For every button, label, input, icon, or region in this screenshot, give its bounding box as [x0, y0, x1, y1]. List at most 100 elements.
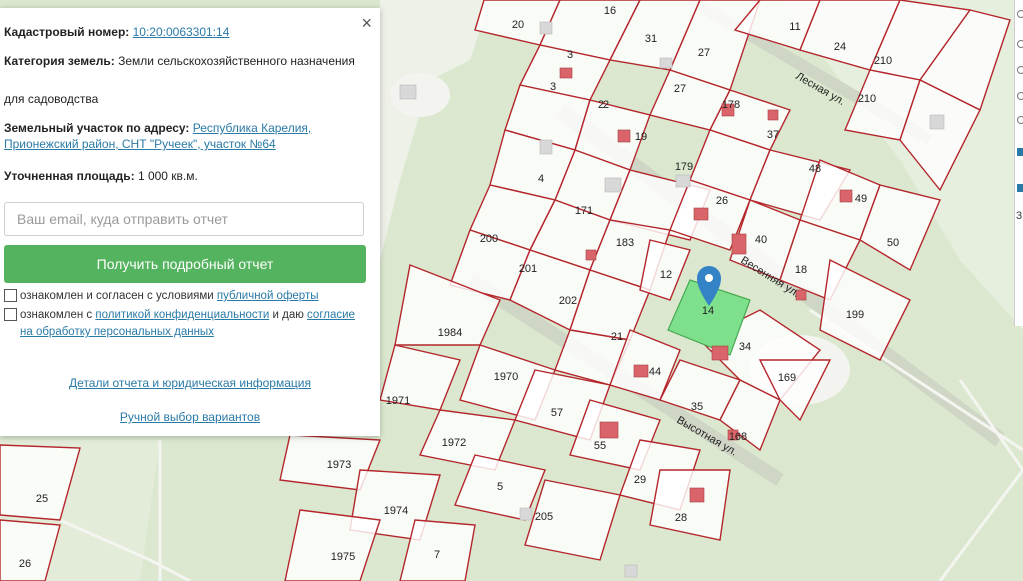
structure [659, 57, 673, 69]
structure [519, 507, 533, 521]
building [731, 233, 747, 255]
plot-number-label: 26 [716, 195, 728, 207]
plot-number-label: 202 [559, 295, 577, 307]
plot-number-label: 27 [674, 83, 686, 95]
building [559, 67, 573, 79]
address-row: Земельный участок по адресу: Республика … [4, 120, 360, 152]
area-value: 1 000 кв.м. [137, 169, 198, 183]
plot-number-label: 201 [519, 263, 537, 275]
clearing-area [390, 73, 450, 117]
plot-number-label: 14 [702, 305, 714, 317]
checkbox-icon[interactable] [1017, 148, 1023, 156]
plot-number-label: 48 [809, 163, 821, 175]
structure [929, 114, 945, 130]
plot-number-label: 5 [497, 481, 503, 493]
privacy-text-b: и даю [272, 309, 304, 321]
structure [539, 21, 553, 35]
privacy-link[interactable]: политикой конфиденциальности [95, 309, 269, 321]
edge-text: 3 [1016, 210, 1023, 222]
plot-number-label: 210 [858, 93, 876, 105]
report-details-link[interactable]: Детали отчета и юридическая информация [69, 376, 311, 390]
privacy-checkbox[interactable] [4, 308, 17, 321]
plot-number-label: 57 [551, 407, 563, 419]
plot-number-label: 16 [604, 5, 616, 17]
plot-number-label: 3 [567, 49, 573, 61]
building [689, 487, 705, 503]
offer-link[interactable]: публичной оферты [217, 290, 319, 302]
plot-number-label: 26 [19, 558, 31, 570]
building [693, 207, 709, 221]
plot-number-label: 205 [535, 511, 553, 523]
plot-number-label: 1970 [494, 371, 518, 383]
email-input[interactable] [4, 202, 364, 236]
plot-number-label: 37 [767, 129, 779, 141]
parcel-info-panel: × Кадастровый номер: 10:20:0063301:14 Ка… [0, 8, 380, 436]
offer-agreement: ознакомлен и согласен с условиями публич… [4, 288, 360, 305]
address-label: Земельный участок по адресу: [4, 121, 190, 135]
plot-number-label: 1971 [386, 395, 410, 407]
plot-number-label: 50 [887, 237, 899, 249]
plot-number-label: 2 [603, 99, 609, 111]
radio-icon[interactable] [1017, 10, 1023, 18]
plot-number-label: 27 [698, 47, 710, 59]
building [633, 364, 649, 378]
plot-number-label: 34 [739, 341, 751, 353]
offer-checkbox[interactable] [4, 289, 17, 302]
plot-number-label: 210 [874, 55, 892, 67]
plot-number-label: 44 [649, 366, 661, 378]
plot-number-label: 31 [645, 33, 657, 45]
building [711, 345, 729, 361]
plot-number-label: 1974 [384, 505, 408, 517]
structure [399, 84, 417, 100]
area-label: Уточненная площадь: [4, 169, 135, 183]
plot-number-label: 168 [729, 431, 747, 443]
building [585, 249, 597, 261]
category-use: для садоводства [4, 92, 99, 106]
plot-number-label: 200 [480, 233, 498, 245]
plot-number-label: 169 [778, 372, 796, 384]
get-report-button[interactable]: Получить подробный отчет [4, 245, 366, 283]
plot-number-label: 199 [846, 309, 864, 321]
plot-number-label: 55 [594, 440, 606, 452]
plot-number-label: 7 [434, 549, 440, 561]
building [617, 129, 631, 143]
plot-number-label: 49 [855, 193, 867, 205]
radio-icon[interactable] [1017, 66, 1023, 74]
radio-icon[interactable] [1017, 116, 1023, 124]
category-value: Земли сельскохозяйственного назначения [118, 54, 355, 68]
plot-number-label: 24 [834, 41, 846, 53]
plot-number-label: 4 [538, 173, 544, 185]
plot-number-label: 19 [635, 131, 647, 143]
cadastral-label: Кадастровый номер: [4, 25, 130, 39]
plot-number-label: 20 [512, 19, 524, 31]
plot-number-label: 171 [575, 205, 593, 217]
plot-number-label: 25 [36, 493, 48, 505]
plot-number-label: 11 [789, 21, 800, 33]
structure [675, 174, 691, 188]
privacy-text-a: ознакомлен с [20, 309, 93, 321]
plot-number-label: 12 [660, 269, 672, 281]
plot-number-label: 179 [675, 161, 693, 173]
plot-number-label: 29 [634, 474, 646, 486]
offer-text: ознакомлен и согласен с условиями [20, 290, 214, 302]
plot-number-label: 1972 [442, 437, 466, 449]
privacy-agreement: ознакомлен с политикой конфиденциальност… [4, 307, 360, 341]
cadastral-link[interactable]: 10:20:0063301:14 [133, 25, 230, 39]
checkbox-icon[interactable] [1017, 184, 1023, 192]
plot-number-label: 40 [755, 234, 767, 246]
radio-icon[interactable] [1017, 40, 1023, 48]
plot-number-label: 28 [675, 512, 687, 524]
manual-selection-link[interactable]: Ручной выбор вариантов [120, 410, 260, 424]
plot-number-label: 1975 [331, 551, 355, 563]
radio-icon[interactable] [1017, 92, 1023, 100]
plot-number-label: 1973 [327, 459, 351, 471]
map-controls-edge: 3 [1014, 0, 1023, 326]
category-label: Категория земель: [4, 54, 115, 68]
plot-number-label: 3 [550, 81, 556, 93]
category-row: Категория земель: Земли сельскохозяйстве… [4, 53, 360, 69]
structure [604, 177, 622, 193]
cadastral-row: Кадастровый номер: 10:20:0063301:14 [4, 24, 360, 40]
close-icon[interactable]: × [361, 14, 372, 32]
building [767, 109, 779, 121]
area-row: Уточненная площадь: 1 000 кв.м. [4, 168, 360, 184]
